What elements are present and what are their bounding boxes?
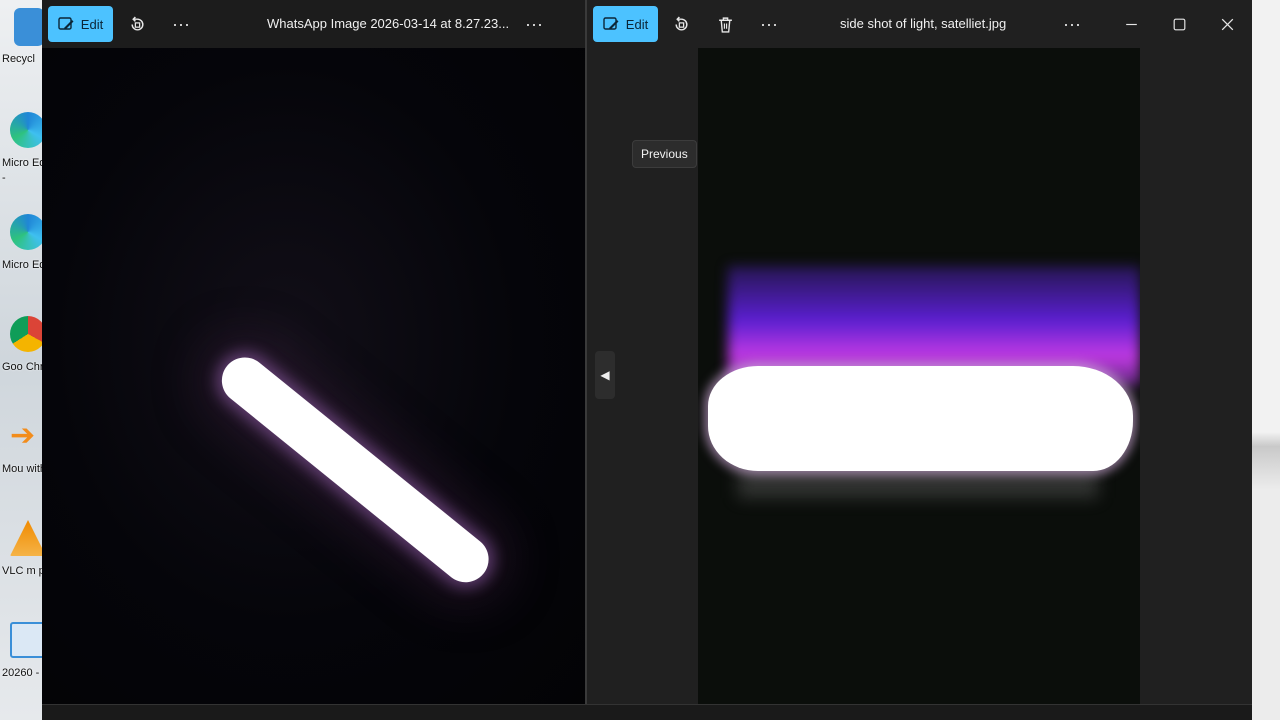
- mouse-app-icon: ➔: [10, 419, 36, 452]
- rotate-icon: [674, 16, 688, 31]
- minimize-icon: [1125, 23, 1137, 25]
- trash-icon: [718, 16, 732, 33]
- desktop-icon-label: VLC m play: [2, 565, 42, 577]
- edit-image-icon: [58, 17, 74, 30]
- previous-tooltip: Previous: [632, 140, 697, 168]
- background-window-edge: [1252, 0, 1280, 720]
- photos-window-left: Edit ··· WhatsApp Image 2026-03-14 at 8.…: [42, 0, 585, 720]
- desktop-icon-label: Mou with: [2, 463, 42, 475]
- recycle-bin-icon: [14, 8, 42, 46]
- photo-image: [698, 48, 1140, 704]
- desktop-icon-label: Micro Edge -: [2, 157, 42, 184]
- title-more-button[interactable]: ···: [1056, 8, 1088, 40]
- desktop-icon-vlc[interactable]: VLC m play: [0, 514, 42, 610]
- desktop-icon-edge[interactable]: Micro Edge -: [0, 106, 42, 202]
- maximize-icon: [1173, 18, 1185, 30]
- minimize-button[interactable]: [1115, 8, 1147, 40]
- more-icon: ···: [1063, 13, 1081, 34]
- more-icon: ···: [760, 13, 778, 34]
- desktop-icon-label: 20260 - Sho: [2, 667, 42, 679]
- photos-window-right: Edit ··· side shot of light, satelliet.j…: [587, 0, 1252, 720]
- title-bar: Edit ··· side shot of light, satelliet.j…: [587, 0, 1252, 48]
- edit-label: Edit: [625, 16, 649, 32]
- more-icon: ···: [172, 13, 190, 34]
- white-light-blob: [708, 366, 1133, 471]
- rotate-button[interactable]: [121, 8, 153, 40]
- desktop-icon-label: Goo Chro: [2, 361, 42, 373]
- more-options-button[interactable]: ···: [165, 8, 197, 40]
- close-button[interactable]: [1211, 8, 1243, 40]
- edit-label: Edit: [80, 16, 104, 32]
- photo-viewport[interactable]: [42, 48, 585, 720]
- desktop-icon-label: Recycl: [2, 53, 36, 65]
- maximize-button[interactable]: [1163, 8, 1195, 40]
- title-more-button[interactable]: ···: [518, 8, 550, 40]
- title-bar: Edit ··· WhatsApp Image 2026-03-14 at 8.…: [42, 0, 585, 48]
- edge-icon: [10, 112, 42, 148]
- previous-button[interactable]: ◀: [595, 351, 615, 399]
- desktop-icon-image-file[interactable]: 20260 - Sho: [0, 616, 42, 712]
- photo-image: [42, 48, 585, 704]
- rotate-icon: [130, 16, 144, 31]
- edit-button[interactable]: Edit: [48, 6, 113, 42]
- desktop-icon-label: Micro Edg: [2, 259, 42, 271]
- delete-button[interactable]: [709, 8, 741, 40]
- desktop-icon-recycle-bin[interactable]: Recycl: [0, 2, 42, 98]
- chevron-left-icon: ◀: [600, 368, 610, 382]
- vlc-icon: [10, 520, 42, 556]
- filmstrip-bar: [42, 704, 1252, 720]
- desktop-icon-edge-2[interactable]: Micro Edg: [0, 208, 42, 304]
- close-icon: [1221, 18, 1233, 30]
- desktop-icon-mouse-app[interactable]: ➔ Mou with: [0, 412, 42, 508]
- edge-icon: [10, 214, 42, 250]
- more-icon: ···: [525, 13, 543, 34]
- window-title: side shot of light, satelliet.jpg: [840, 16, 1007, 31]
- window-title: WhatsApp Image 2026-03-14 at 8.27.23...: [267, 16, 510, 31]
- light-streak: [212, 348, 498, 592]
- edit-image-icon: [603, 17, 619, 30]
- image-file-icon: [10, 622, 42, 658]
- edit-button[interactable]: Edit: [593, 6, 658, 42]
- rotate-button[interactable]: [665, 8, 697, 40]
- desktop-icon-chrome[interactable]: Goo Chro: [0, 310, 42, 406]
- more-options-button[interactable]: ···: [753, 8, 785, 40]
- chrome-icon: [10, 316, 42, 352]
